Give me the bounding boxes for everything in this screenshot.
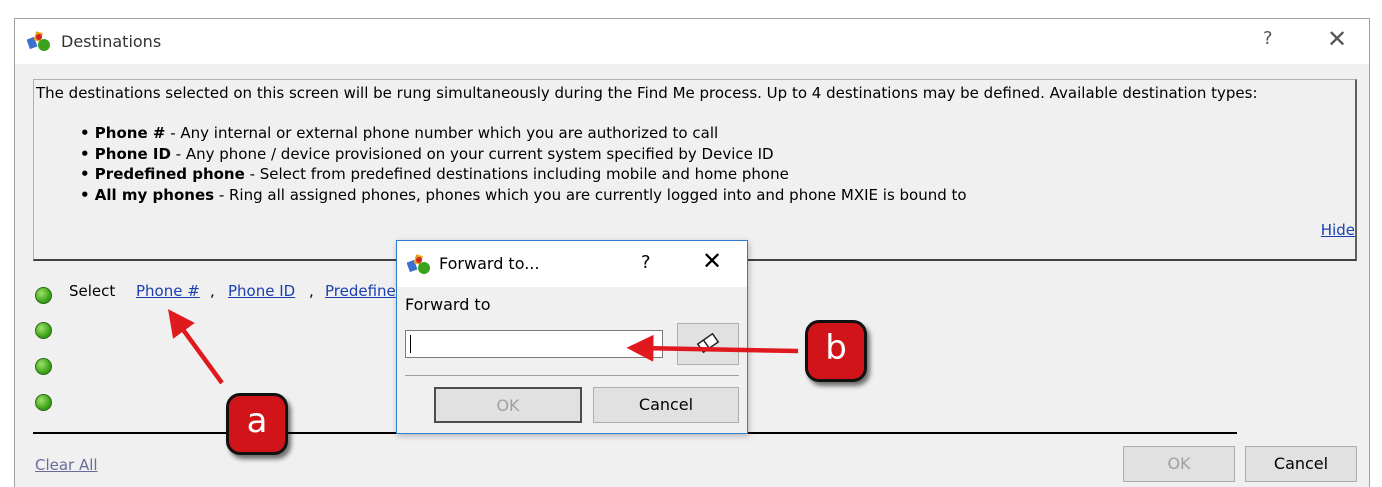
arrow-a <box>168 309 224 385</box>
annotation-arrows <box>168 309 799 385</box>
callout-a: a <box>226 393 288 455</box>
callout-b: b <box>805 320 867 382</box>
arrow-b <box>626 334 799 362</box>
